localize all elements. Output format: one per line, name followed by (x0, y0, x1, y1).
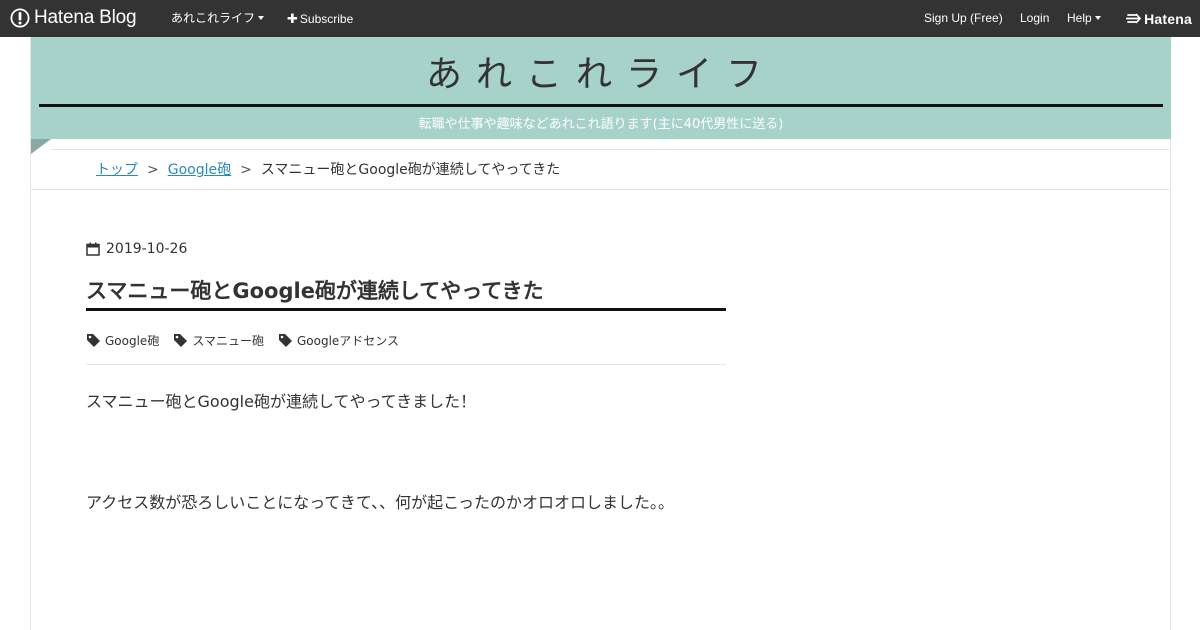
entry-tags: Google砲 スマニュー砲 Googleアドセンス (86, 331, 413, 349)
breadcrumb-current: スマニュー砲とGoogle砲が連続してやってきた (260, 162, 561, 178)
title-underline (39, 104, 1163, 107)
tag-icon (278, 334, 292, 347)
tags-divider (86, 364, 726, 365)
breadcrumb-divider-bottom (31, 189, 1171, 190)
tag-label: スマニュー砲 (192, 333, 264, 348)
entry-title[interactable]: スマニュー砲とGoogle砲が連続してやってきた (86, 277, 726, 305)
tag-icon (87, 334, 100, 347)
breadcrumb-separator: > (240, 162, 252, 178)
caret-down-icon (258, 16, 265, 20)
hatena-logo[interactable]: Hatena (1126, 10, 1192, 27)
tag-link[interactable]: Google砲 (86, 332, 159, 349)
hatena-blog-logo-text: Hatena Blog (34, 7, 137, 28)
tag-link[interactable]: Googleアドセンス (278, 332, 399, 349)
subscribe-button[interactable]: ✚ Subscribe (287, 0, 353, 37)
blog-title[interactable]: あれこれライフ (31, 52, 1171, 98)
blog-description: 転職や仕事や趣味などあれこれ語ります(主に40代男性に送る) (418, 117, 784, 132)
blog-header: あれこれライフ 転職や仕事や趣味などあれこれ語ります(主に40代男性に送る) (31, 37, 1171, 139)
subscribe-label: Subscribe (299, 12, 354, 26)
breadcrumb: トップ > Google砲 > スマニュー砲とGoogle砲が連続してやってきた (96, 160, 560, 180)
hatena-top-bar: Hatena Blog あれこれライフ ✚ Subscribe Sign Up (… (0, 0, 1200, 37)
breadcrumb-item-google-ho[interactable]: Google砲 (168, 162, 231, 178)
blog-container: あれこれライフ 転職や仕事や趣味などあれこれ語ります(主に40代男性に送る) ト… (30, 37, 1171, 630)
blog-menu-label: あれこれライフ (171, 11, 256, 25)
tag-icon (174, 334, 188, 347)
breadcrumb-separator: > (147, 162, 159, 178)
help-label: Help (1067, 11, 1092, 25)
breadcrumb-item-top[interactable]: トップ (96, 162, 138, 178)
breadcrumb-divider-top (51, 149, 1171, 150)
entry-paragraph: アクセス数が恐ろしいことになってきて、、何が起こったのかオロオロしました。。 (86, 493, 675, 512)
entry-date[interactable]: 2019-10-26 (86, 240, 187, 258)
signup-link[interactable]: Sign Up (Free) (924, 0, 1003, 37)
header-ribbon (31, 139, 51, 154)
hatena-blog-logo[interactable]: Hatena Blog (10, 6, 137, 30)
entry-title-underline (86, 308, 726, 311)
tag-label: Google砲 (105, 333, 160, 348)
tag-link[interactable]: スマニュー砲 (173, 332, 264, 349)
hatena-logo-text: Hatena (1144, 10, 1192, 27)
hatena-logo-icon (1126, 13, 1142, 24)
calendar-icon (86, 242, 100, 256)
entry-date-text: 2019-10-26 (106, 241, 188, 257)
entry-paragraph: スマニュー砲とGoogle砲が連続してやってきました！ (86, 392, 477, 411)
hatena-blog-logo-icon (10, 8, 30, 28)
caret-down-icon (1094, 16, 1101, 20)
login-link[interactable]: Login (1020, 0, 1049, 37)
tag-label: Googleアドセンス (296, 333, 400, 348)
plus-icon: ✚ (287, 11, 298, 26)
blog-menu-dropdown[interactable]: あれこれライフ (171, 0, 265, 37)
help-dropdown[interactable]: Help (1067, 0, 1101, 37)
